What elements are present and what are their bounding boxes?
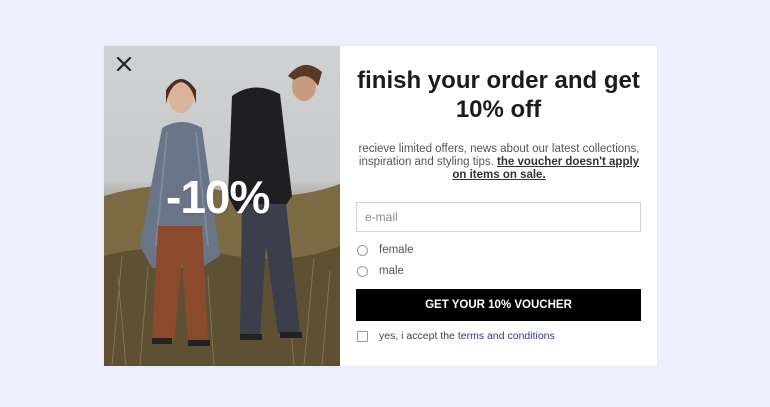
email-field[interactable] [356, 202, 641, 232]
popup-title: finish your order and get 10% off [357, 67, 640, 123]
female-label: female [379, 244, 414, 256]
terms-checkbox[interactable] [357, 330, 368, 342]
terms-consent[interactable]: yes, i accept the terms and conditions [357, 330, 555, 342]
popup-description: recieve limited offers, news about our l… [354, 143, 644, 182]
form-panel: finish your order and get 10% off reciev… [340, 46, 657, 366]
close-icon [116, 56, 132, 72]
male-radio[interactable] [357, 265, 368, 277]
consent-text: yes, i accept the [379, 330, 455, 342]
female-radio[interactable] [357, 244, 368, 256]
voucher-popup: -10% finish your order and get 10% off r… [104, 46, 657, 366]
male-label: male [379, 265, 404, 277]
get-voucher-button[interactable]: GET YOUR 10% VOUCHER [356, 289, 641, 321]
discount-badge: -10% [166, 171, 270, 223]
gender-option-female[interactable]: female [357, 244, 414, 256]
terms-link[interactable]: terms and conditions [458, 330, 555, 342]
gender-option-male[interactable]: male [357, 265, 404, 277]
close-button[interactable] [114, 54, 134, 74]
hero-photo: -10% [104, 46, 340, 366]
